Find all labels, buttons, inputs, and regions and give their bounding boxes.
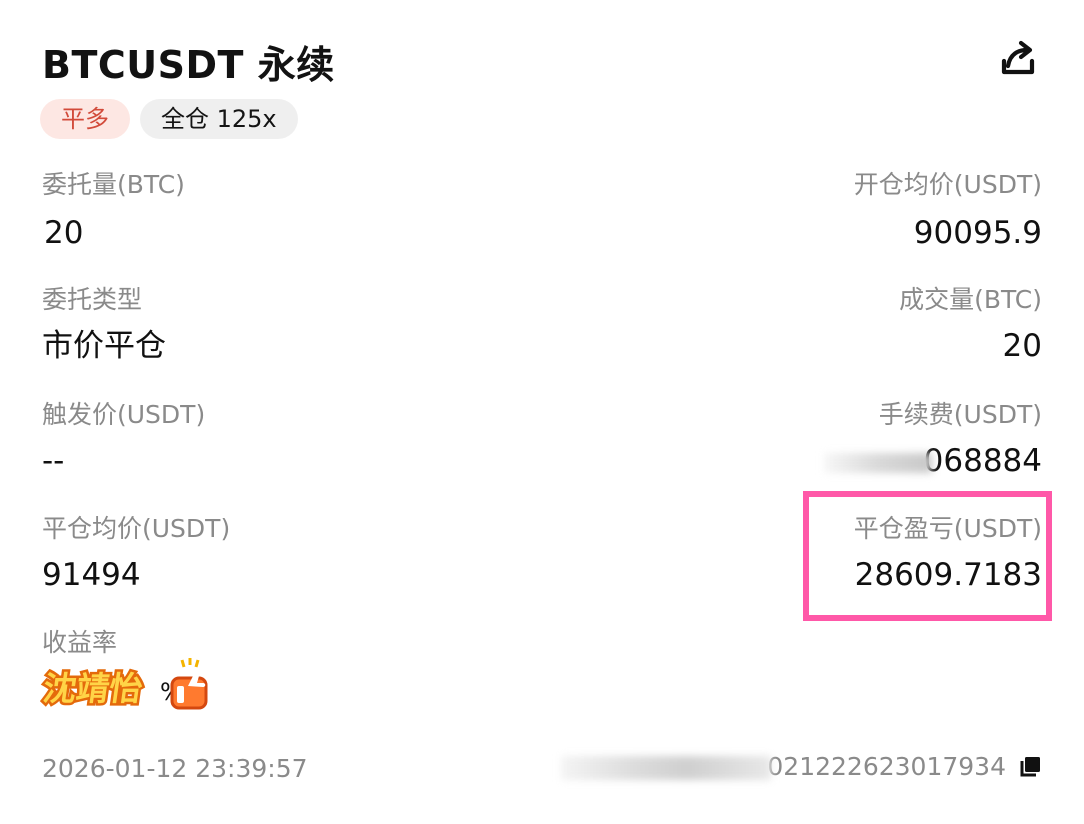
pnl-highlight-box [803, 491, 1052, 621]
order-id: 021222623017934 [561, 752, 1006, 781]
fee-value: 068884 [823, 443, 1042, 479]
order-type-label: 委托类型 [42, 285, 143, 314]
order-type-value: 市价平仓 [42, 328, 166, 364]
avg-close-price-label: 平仓均价(USDT) [42, 514, 231, 543]
order-qty-label: 委托量(BTC) [42, 170, 185, 199]
thumbs-up-icon [170, 658, 208, 710]
order-id-row: 021222623017934 [561, 752, 1042, 781]
avg-open-price-value: 90095.9 [913, 215, 1042, 251]
order-timestamp: 2026-01-12 23:39:57 [42, 754, 308, 783]
side-badge: 平多 [40, 99, 130, 139]
filled-qty-label: 成交量(BTC) [899, 285, 1042, 314]
copy-icon[interactable] [1018, 755, 1042, 779]
filled-qty-value: 20 [1002, 328, 1042, 364]
fee-label: 手续费(USDT) [878, 400, 1042, 429]
avg-close-price-value: 91494 [42, 557, 141, 593]
trigger-price-value: -- [42, 443, 65, 479]
fee-redaction [823, 452, 932, 473]
fee-visible-digits: 068884 [923, 443, 1042, 479]
close-pnl-value: 28609.7183 [854, 557, 1042, 593]
close-pnl-label: 平仓盈亏(USDT) [853, 514, 1042, 543]
page-title: BTCUSDT 永续 [42, 43, 335, 87]
name-sticker: 沈靖怡 % [40, 658, 208, 710]
trigger-price-label: 触发价(USDT) [42, 400, 206, 429]
sticker-text: 沈靖怡 [41, 669, 145, 708]
share-icon[interactable] [996, 38, 1040, 82]
order-qty-value: 20 [44, 215, 84, 251]
order-id-redaction [561, 756, 772, 780]
position-tags: 平多 全仓 125x [40, 99, 298, 139]
margin-leverage-badge: 全仓 125x [140, 99, 298, 139]
avg-open-price-label: 开仓均价(USDT) [853, 170, 1042, 199]
yield-label: 收益率 [42, 628, 118, 657]
